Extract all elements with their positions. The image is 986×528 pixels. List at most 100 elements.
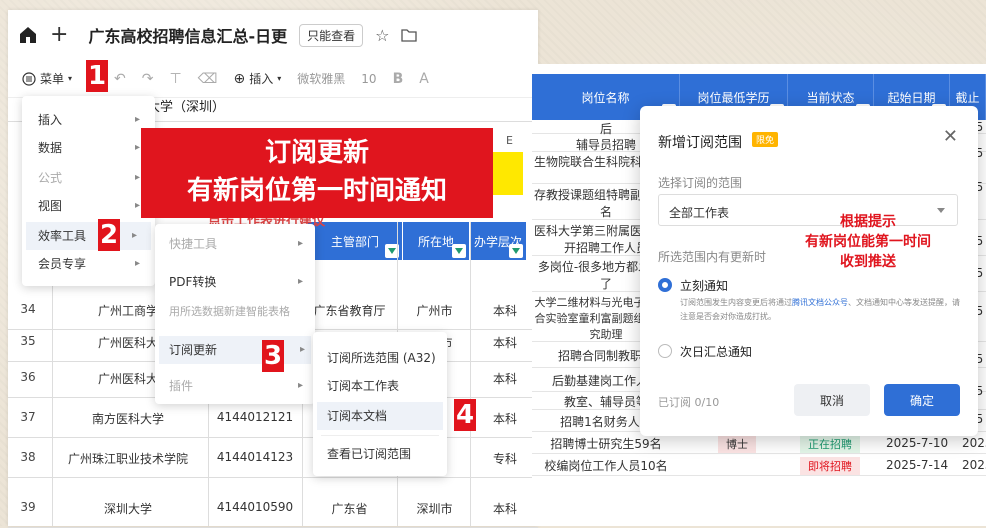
menu-item-formula[interactable]: 公式 ▸ bbox=[38, 164, 154, 192]
menu-item-insert[interactable]: 插入 ▸ bbox=[38, 106, 154, 134]
filter-icon[interactable] bbox=[509, 244, 523, 258]
table-row[interactable]: 校编岗位工作人员10名 即将招聘 2025-7-14 2025 bbox=[532, 454, 986, 476]
close-icon[interactable]: ✕ bbox=[943, 126, 958, 147]
step-badge-4: 4 bbox=[454, 399, 476, 431]
chevron-right-icon: ▸ bbox=[297, 238, 303, 249]
cell-school: 南方医科大学 bbox=[91, 412, 164, 426]
menu-item-label: PDF转换 bbox=[169, 275, 217, 289]
row-number: 36 bbox=[20, 370, 36, 384]
menu-item-subscribe-sheet[interactable]: 订阅本工作表 bbox=[327, 372, 443, 400]
row-number: 34 bbox=[20, 302, 36, 316]
menu-button[interactable]: 菜单 ▾ bbox=[22, 70, 72, 87]
wechat-link[interactable]: 腾讯文档公众号 bbox=[792, 298, 848, 307]
menu-item-member[interactable]: 会员专享 ▸ bbox=[38, 250, 154, 278]
radio-immediate[interactable] bbox=[658, 278, 672, 292]
home-icon[interactable] bbox=[18, 25, 38, 45]
menu-item-efficiency-tools[interactable]: 效率工具 ▸ bbox=[26, 222, 151, 250]
menu-item-label: 视图 bbox=[38, 199, 63, 213]
table-row[interactable]: 38 广州珠江职业技术学院 4144014123 专科 bbox=[8, 438, 538, 478]
readonly-badge[interactable]: 只能查看 bbox=[299, 23, 364, 47]
scope-value: 全部工作表 bbox=[669, 206, 730, 220]
menu-icon bbox=[22, 71, 36, 86]
menu-item-label: 订阅更新 bbox=[169, 343, 218, 357]
folder-icon[interactable] bbox=[401, 28, 418, 42]
step-badge-2: 2 bbox=[98, 219, 120, 251]
status-badge: 即将招聘 bbox=[800, 457, 860, 475]
font-size-select[interactable]: 10 bbox=[361, 72, 376, 86]
menu-divider bbox=[321, 435, 439, 436]
chevron-right-icon: ▸ bbox=[297, 380, 303, 391]
cell-location: 广州市 bbox=[416, 304, 453, 318]
col-header-level[interactable]: 办学层次 bbox=[470, 222, 526, 260]
menu-item-label: 快捷工具 bbox=[169, 237, 218, 251]
col-header-label: 岗位最低学历 bbox=[697, 90, 770, 105]
chevron-right-icon: ▸ bbox=[134, 258, 140, 269]
hint-line: 根据提示 bbox=[840, 214, 896, 230]
cancel-button[interactable]: 取消 bbox=[794, 384, 870, 416]
document-title: 广东高校招聘信息汇总-日更 bbox=[88, 27, 288, 46]
menu-item-subscribe-updates[interactable]: 订阅更新 ▸ bbox=[159, 336, 311, 364]
row-number: 35 bbox=[20, 334, 36, 348]
menu-item-label: 插入 bbox=[38, 113, 63, 127]
status-badge: 正在招聘 bbox=[800, 435, 860, 453]
cell-start-date: 2025-7-10 bbox=[886, 436, 949, 450]
chevron-right-icon: ▸ bbox=[134, 200, 140, 211]
title-bar: + 广东高校招聘信息汇总-日更 只能查看 ☆ bbox=[8, 10, 538, 60]
star-icon[interactable]: ☆ bbox=[375, 26, 389, 45]
education-tag: 博士 bbox=[718, 435, 756, 453]
cell-end-date: 2025 bbox=[962, 436, 986, 450]
cell-level: 本科 bbox=[492, 336, 517, 350]
option-immediate-label[interactable]: 立刻通知 bbox=[680, 277, 728, 294]
menu-item-label: 用所选数据新建智能表格 bbox=[169, 305, 290, 318]
cell-school: 深圳大学 bbox=[103, 502, 152, 516]
redo-icon[interactable]: ↷ bbox=[142, 71, 154, 87]
chevron-right-icon: ▸ bbox=[134, 142, 140, 153]
confirm-button[interactable]: 确定 bbox=[884, 384, 960, 416]
option-next-day-label[interactable]: 次日汇总通知 bbox=[680, 343, 752, 360]
menu-item-data[interactable]: 数据 ▸ bbox=[38, 134, 154, 162]
cell-code: 4144012121 bbox=[216, 410, 294, 424]
efficiency-submenu: 快捷工具 ▸ PDF转换 ▸ 用所选数据新建智能表格 订阅更新 ▸ 插件 ▸ bbox=[155, 224, 315, 404]
insert-label: 插入 bbox=[249, 72, 274, 86]
cell-level: 本科 bbox=[492, 304, 517, 318]
col-header-location[interactable]: 所在地 bbox=[403, 222, 469, 260]
format-painter-icon[interactable]: ⊤ bbox=[170, 71, 182, 87]
hint-line: 有新岗位能第一时间 bbox=[805, 234, 931, 250]
new-tab-icon[interactable]: + bbox=[50, 24, 68, 46]
menu-item-view-subscriptions[interactable]: 查看已订阅范围 bbox=[327, 440, 443, 468]
step-badge-3: 3 bbox=[262, 340, 284, 372]
table-row[interactable]: 39 深圳大学 4144010590 广东省 深圳市 本科 bbox=[8, 488, 538, 528]
hint-line: 收到推送 bbox=[840, 254, 896, 270]
chevron-right-icon: ▸ bbox=[297, 276, 303, 287]
chevron-right-icon: ▸ bbox=[134, 114, 140, 125]
menu-item-plugins[interactable]: 插件 ▸ bbox=[169, 372, 309, 400]
menu-item-new-smart-table[interactable]: 用所选数据新建智能表格 bbox=[169, 298, 309, 326]
menu-item-pdf-convert[interactable]: PDF转换 ▸ bbox=[169, 268, 309, 296]
cell-code: 4144010590 bbox=[216, 500, 294, 514]
notice-description: 订阅范围发生内容变更后将通过腾讯文档公众号、文档通知中心等发送提醒，请注意是否会… bbox=[680, 296, 960, 324]
menu-item-subscribe-selection[interactable]: 订阅所选范围 (A32) bbox=[327, 344, 443, 372]
cell-school: 广州珠江职业技术学院 bbox=[67, 452, 188, 466]
undo-icon[interactable]: ↶ bbox=[114, 71, 126, 87]
row-number: 37 bbox=[20, 410, 36, 424]
cell-code: 4144014123 bbox=[216, 450, 294, 464]
menu-label: 菜单 bbox=[40, 72, 65, 86]
filter-icon[interactable] bbox=[452, 244, 466, 258]
col-header-label: 截止 bbox=[955, 90, 980, 105]
menu-item-subscribe-document[interactable]: 订阅本文档 bbox=[317, 402, 443, 430]
font-family-select[interactable]: 微软雅黑 bbox=[297, 70, 345, 87]
row-number: 39 bbox=[20, 500, 36, 514]
menu-item-label: 插件 bbox=[169, 379, 194, 393]
grid-line bbox=[470, 222, 471, 526]
cell-location: 深圳市 bbox=[416, 502, 453, 516]
font-color-icon[interactable]: A bbox=[419, 71, 429, 87]
menu-item-quick-tools[interactable]: 快捷工具 ▸ bbox=[169, 230, 309, 258]
radio-next-day[interactable] bbox=[658, 344, 672, 358]
menu-item-label: 公式 bbox=[38, 171, 63, 185]
insert-button[interactable]: ⊕ 插入 ▾ bbox=[234, 70, 282, 87]
clear-format-icon[interactable]: ⌫ bbox=[198, 71, 218, 87]
bold-icon[interactable]: B bbox=[393, 71, 404, 87]
free-badge: 限免 bbox=[752, 132, 779, 147]
menu-item-view[interactable]: 视图 ▸ bbox=[38, 192, 154, 220]
row-number: 38 bbox=[20, 450, 36, 464]
